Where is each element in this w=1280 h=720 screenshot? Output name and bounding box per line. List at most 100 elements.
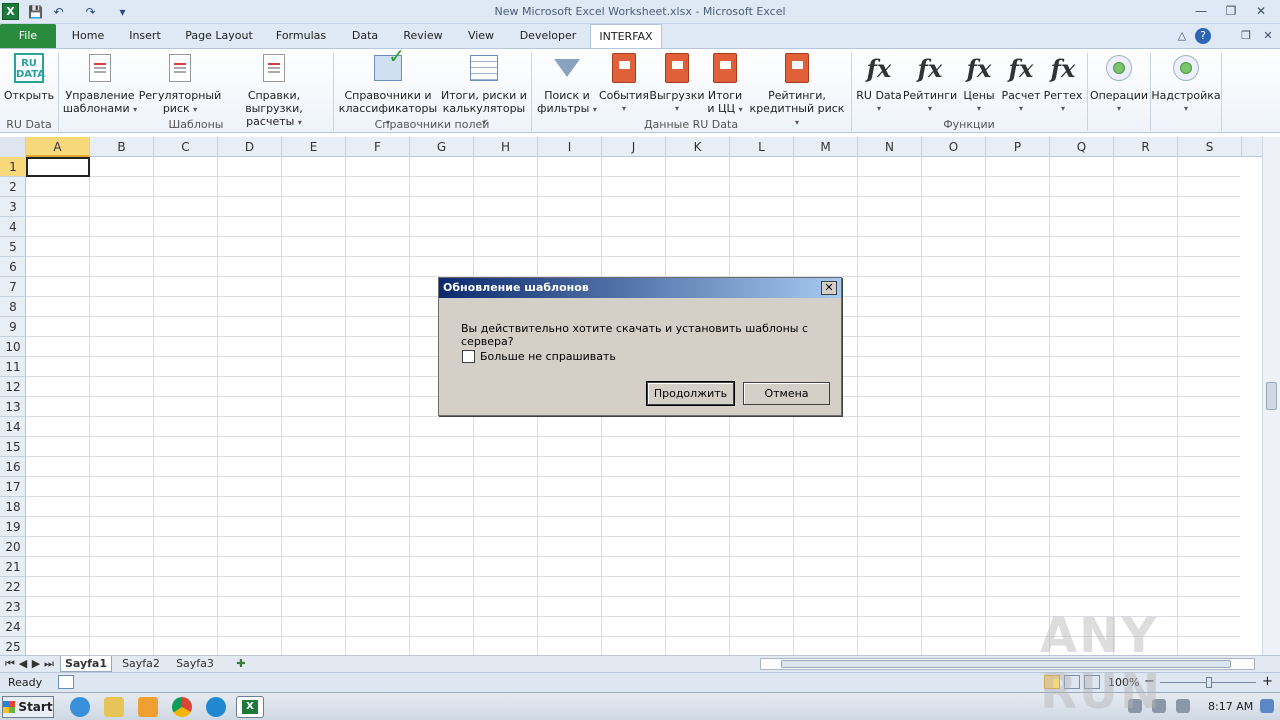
workbook-restore-icon[interactable]: ❐	[1238, 28, 1254, 44]
column-header-k[interactable]: K	[666, 137, 730, 157]
row-header-21[interactable]: 21	[0, 557, 26, 577]
vertical-scrollbar[interactable]	[1262, 137, 1280, 657]
row-header-2[interactable]: 2	[0, 177, 26, 197]
column-header-d[interactable]: D	[218, 137, 282, 157]
dont-ask-checkbox[interactable]	[462, 350, 475, 363]
row-header-14[interactable]: 14	[0, 417, 26, 437]
tab-formulas[interactable]: Formulas	[270, 24, 332, 48]
row-header-20[interactable]: 20	[0, 537, 26, 557]
addin-settings-button[interactable]: Надстройка ▾	[1151, 51, 1221, 115]
restore-button[interactable]: ❐	[1218, 2, 1244, 20]
first-sheet-icon[interactable]: ⏮	[4, 656, 16, 672]
tab-insert[interactable]: Insert	[121, 24, 169, 48]
fx-calc-button[interactable]: fx Расчет ▾	[1000, 51, 1042, 115]
row-header-22[interactable]: 22	[0, 577, 26, 597]
column-header-o[interactable]: O	[922, 137, 986, 157]
function-fx-icon: fx	[866, 53, 892, 83]
tab-file[interactable]: File	[0, 24, 56, 48]
column-header-g[interactable]: G	[410, 137, 474, 157]
totals-cc-button[interactable]: Итоги и ЦЦ ▾	[704, 51, 746, 116]
operations-button[interactable]: Операции ▾	[1090, 51, 1148, 115]
row-header-19[interactable]: 19	[0, 517, 26, 537]
edge-icon[interactable]	[206, 697, 226, 717]
minimize-ribbon-icon[interactable]: △	[1174, 28, 1190, 44]
open-button[interactable]: RU DATA Открыть	[4, 51, 54, 102]
row-header-4[interactable]: 4	[0, 217, 26, 237]
column-header-s[interactable]: S	[1178, 137, 1242, 157]
row-header-23[interactable]: 23	[0, 597, 26, 617]
column-header-p[interactable]: P	[986, 137, 1050, 157]
row-header-10[interactable]: 10	[0, 337, 26, 357]
fx-prices-button[interactable]: fx Цены ▾	[958, 51, 1000, 115]
dont-ask-label[interactable]: Больше не спрашивать	[480, 350, 616, 363]
minimize-button[interactable]: —	[1188, 2, 1214, 20]
events-button[interactable]: События ▾	[598, 51, 650, 115]
select-all-corner[interactable]	[0, 137, 26, 157]
row-header-13[interactable]: 13	[0, 397, 26, 417]
excel-taskbar-button[interactable]: X	[236, 696, 264, 718]
row-header-17[interactable]: 17	[0, 477, 26, 497]
sheet-tab-sayfa2[interactable]: Sayfa2	[116, 656, 166, 672]
row-header-16[interactable]: 16	[0, 457, 26, 477]
tab-interfax[interactable]: INTERFAX	[590, 24, 662, 49]
row-header-25[interactable]: 25	[0, 637, 26, 657]
tab-home[interactable]: Home	[63, 24, 113, 48]
dialog-close-button[interactable]: ✕	[821, 281, 837, 295]
ie-icon[interactable]	[70, 697, 90, 717]
column-header-b[interactable]: B	[90, 137, 154, 157]
last-sheet-icon[interactable]: ⏭	[43, 656, 55, 672]
insert-sheet-icon[interactable]: ✚	[232, 656, 250, 672]
cancel-button[interactable]: Отмена	[743, 382, 830, 405]
next-sheet-icon[interactable]: ▶	[30, 656, 42, 672]
row-header-8[interactable]: 8	[0, 297, 26, 317]
column-header-l[interactable]: L	[730, 137, 794, 157]
column-header-n[interactable]: N	[858, 137, 922, 157]
search-filters-button[interactable]: Поиск и фильтры ▾	[536, 51, 598, 116]
row-header-24[interactable]: 24	[0, 617, 26, 637]
row-header-18[interactable]: 18	[0, 497, 26, 517]
row-header-11[interactable]: 11	[0, 357, 26, 377]
tab-developer[interactable]: Developer	[512, 24, 584, 48]
help-icon[interactable]: ?	[1195, 28, 1211, 44]
row-header-1[interactable]: 1	[0, 157, 26, 177]
chrome-icon[interactable]	[172, 697, 192, 717]
start-button[interactable]: Start	[2, 696, 54, 718]
column-header-h[interactable]: H	[474, 137, 538, 157]
close-button[interactable]: ✕	[1248, 2, 1274, 20]
active-cell-a1[interactable]	[26, 157, 90, 177]
workbook-close-icon[interactable]: ✕	[1260, 28, 1276, 44]
row-header-15[interactable]: 15	[0, 437, 26, 457]
row-header-7[interactable]: 7	[0, 277, 26, 297]
continue-button[interactable]: Продолжить	[646, 381, 735, 406]
column-header-q[interactable]: Q	[1050, 137, 1114, 157]
sheet-tab-sayfa3[interactable]: Sayfa3	[170, 656, 220, 672]
sheet-tab-sayfa1[interactable]: Sayfa1	[60, 656, 112, 672]
column-header-c[interactable]: C	[154, 137, 218, 157]
tab-data[interactable]: Data	[343, 24, 387, 48]
column-header-a[interactable]: A	[26, 137, 90, 157]
column-header-e[interactable]: E	[282, 137, 346, 157]
row-header-5[interactable]: 5	[0, 237, 26, 257]
column-header-r[interactable]: R	[1114, 137, 1178, 157]
scroll-thumb[interactable]	[1266, 382, 1277, 410]
column-header-m[interactable]: M	[794, 137, 858, 157]
row-header-9[interactable]: 9	[0, 317, 26, 337]
row-header-3[interactable]: 3	[0, 197, 26, 217]
prev-sheet-icon[interactable]: ◀	[17, 656, 29, 672]
column-header-i[interactable]: I	[538, 137, 602, 157]
fx-ratings-button[interactable]: fx Рейтинги ▾	[903, 51, 957, 115]
manage-templates-button[interactable]: Управление шаблонами ▾	[62, 51, 138, 116]
fx-regtech-button[interactable]: fx Регтех ▾	[1042, 51, 1084, 115]
exports-button[interactable]: Выгрузки ▾	[649, 51, 705, 115]
macro-record-icon[interactable]	[58, 675, 74, 689]
column-header-j[interactable]: J	[602, 137, 666, 157]
row-header-6[interactable]: 6	[0, 257, 26, 277]
regulatory-risk-button[interactable]: Регуляторный риск ▾	[139, 51, 221, 116]
tab-view[interactable]: View	[459, 24, 503, 48]
media-player-icon[interactable]	[138, 697, 158, 717]
column-header-f[interactable]: F	[346, 137, 410, 157]
row-header-12[interactable]: 12	[0, 377, 26, 397]
explorer-folder-icon[interactable]	[104, 697, 124, 717]
tab-page-layout[interactable]: Page Layout	[180, 24, 258, 48]
fx-rudata-button[interactable]: fx RU Data ▾	[855, 51, 903, 115]
